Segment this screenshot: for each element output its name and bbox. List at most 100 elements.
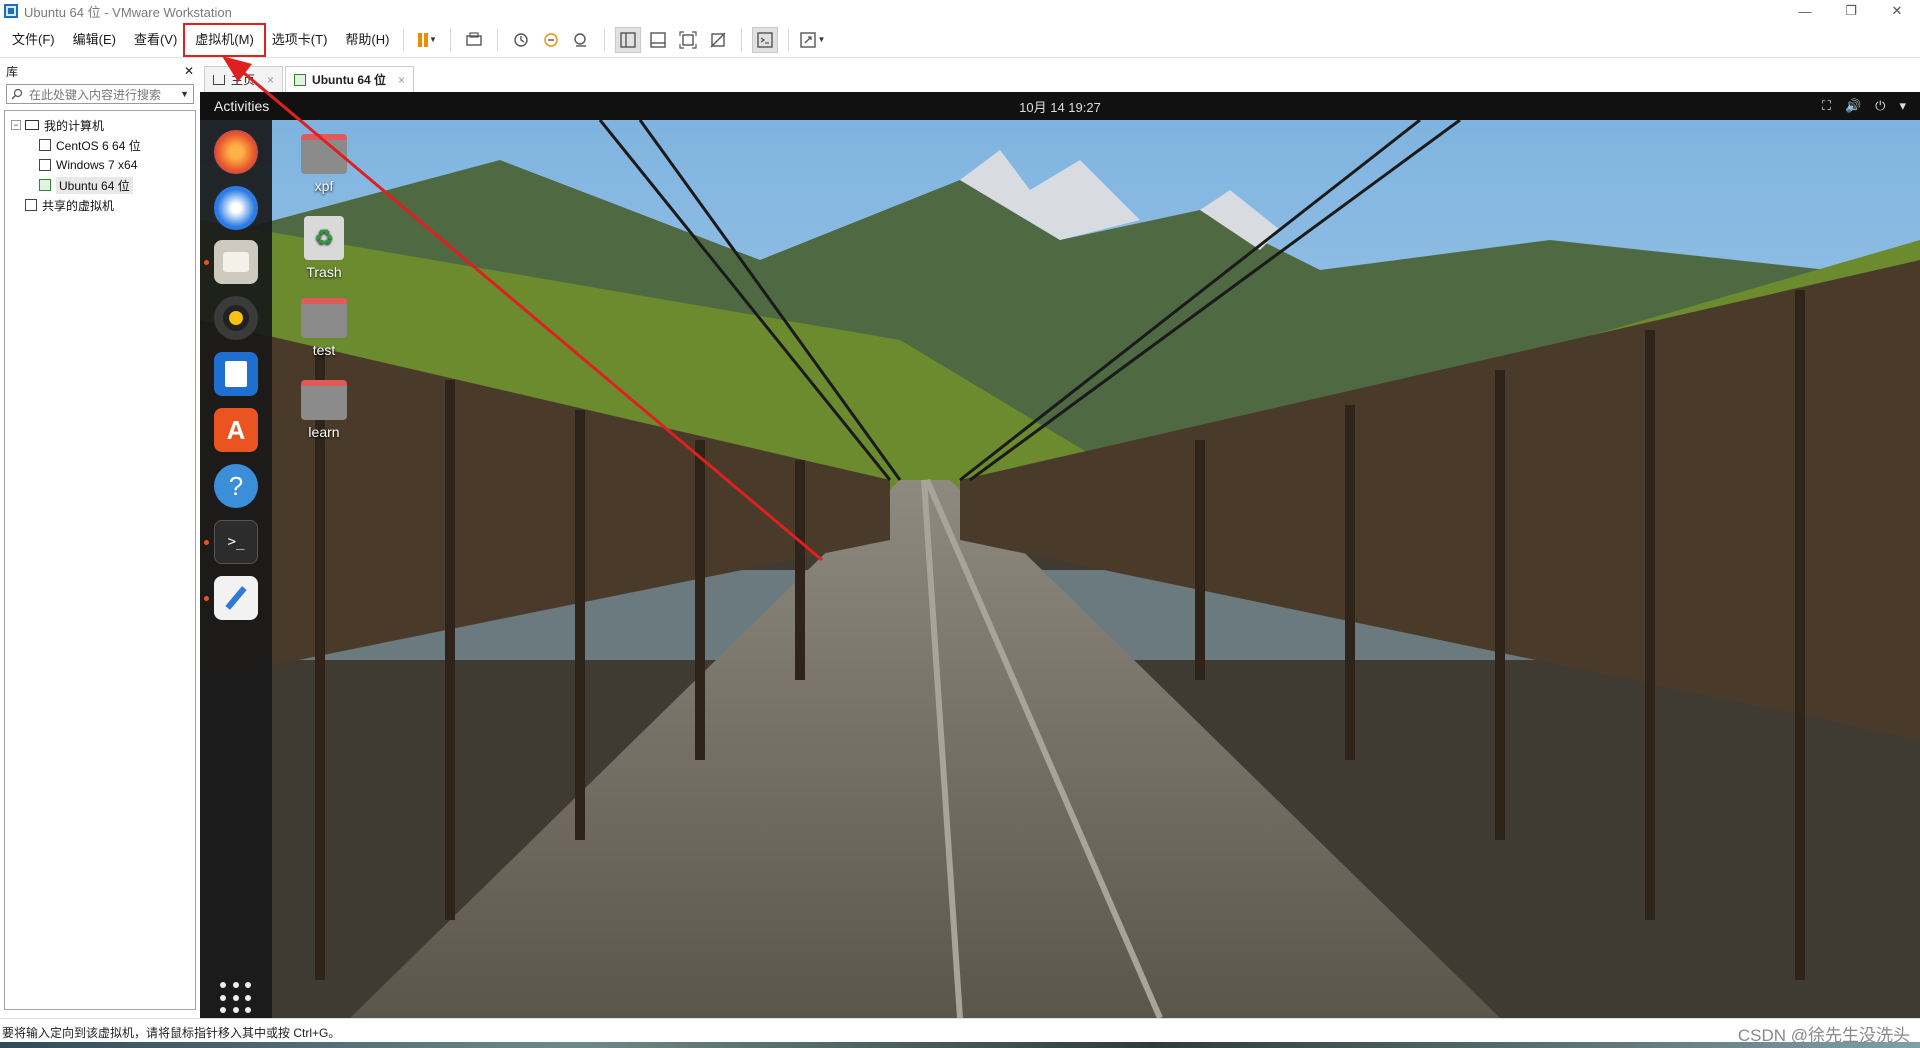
terminal-icon[interactable]: >_: [214, 520, 258, 564]
status-bar: 要将输入定向到该虚拟机，请将鼠标指针移入其中或按 Ctrl+G。 CSDN @徐…: [0, 1018, 1920, 1048]
bridge-wallpaper: [200, 120, 1920, 1018]
status-message: 要将输入定向到该虚拟机，请将鼠标指针移入其中或按 Ctrl+G。: [2, 1026, 341, 1040]
tab-label: 主页: [231, 73, 256, 87]
desktop-icon-label: learn: [308, 424, 340, 440]
chevron-down-icon: ▼: [428, 35, 437, 44]
toolbar-separator: [788, 28, 790, 51]
full-screen-button[interactable]: [675, 27, 701, 53]
restore-button[interactable]: ❐: [1828, 0, 1874, 22]
menu-vm[interactable]: 虚拟机(M): [183, 22, 266, 57]
menu-tabs[interactable]: 选项卡(T): [266, 29, 334, 51]
guest-screen[interactable]: Activities 10月 14 19:27 ⛶ 🔊 ⏻ ▾ A ? >_ x…: [200, 92, 1920, 1018]
library-header: 库 ✕: [0, 60, 200, 82]
search-placeholder: 在此处键入内容进行搜索: [29, 87, 162, 102]
close-button[interactable]: ✕: [1874, 0, 1920, 22]
volume-icon[interactable]: 🔊: [1845, 98, 1861, 114]
keyboard-icon: [466, 31, 483, 46]
rhythmbox-icon[interactable]: [214, 296, 258, 340]
full-screen-icon: [679, 30, 698, 49]
collapse-icon[interactable]: −: [11, 120, 21, 130]
snapshot-manager-button[interactable]: [568, 27, 594, 53]
desktop-icon-trash[interactable]: ♻ Trash: [284, 216, 364, 280]
vm-running-icon: [294, 73, 307, 86]
power-icon[interactable]: ⏻: [1875, 98, 1885, 114]
gnome-top-bar: Activities 10月 14 19:27 ⛶ 🔊 ⏻ ▾: [200, 92, 1920, 120]
tree-label: CentOS 6 64 位: [56, 138, 141, 153]
thumbnail-bar-button[interactable]: [645, 27, 671, 53]
running-indicator: [204, 260, 209, 265]
library-panel: 库 ✕ 在此处键入内容进行搜索 ▼ − 我的计算机 CentOS 6 64 位 …: [0, 60, 200, 1018]
desktop-icon-xpf[interactable]: xpf: [284, 134, 364, 194]
thunderbird-icon[interactable]: [214, 186, 258, 230]
desktop-icon-label: test: [312, 342, 336, 358]
text-editor-icon[interactable]: [214, 576, 258, 620]
menu-file[interactable]: 文件(F): [6, 29, 61, 51]
menu-help[interactable]: 帮助(H): [339, 29, 395, 51]
tree-item-ubuntu[interactable]: Ubuntu 64 位: [5, 175, 195, 195]
library-title: 库: [6, 64, 19, 79]
unity-mode-button[interactable]: [705, 27, 731, 53]
libreoffice-writer-icon[interactable]: [214, 352, 258, 396]
ubuntu-software-icon[interactable]: A: [214, 408, 258, 452]
revert-snapshot-button[interactable]: [538, 27, 564, 53]
menu-edit[interactable]: 编辑(E): [67, 29, 122, 51]
snapshot-icon: [514, 32, 529, 47]
tree-item-centos[interactable]: CentOS 6 64 位: [5, 135, 195, 155]
vm-tree: − 我的计算机 CentOS 6 64 位 Windows 7 x64 Ubun…: [4, 110, 196, 1010]
menu-bar: 文件(F) 编辑(E) 查看(V) 虚拟机(M) 选项卡(T) 帮助(H) ▼ …: [0, 22, 1920, 58]
firefox-icon[interactable]: [214, 130, 258, 174]
menu-view[interactable]: 查看(V): [128, 29, 183, 51]
home-icon: [213, 74, 225, 85]
tab-ubuntu[interactable]: Ubuntu 64 位 ×: [285, 66, 415, 92]
window-title: Ubuntu 64 位 - VMware Workstation: [24, 4, 232, 20]
snapshot-button[interactable]: [508, 27, 534, 53]
folder-icon: [301, 298, 347, 338]
pause-icon: [417, 32, 428, 47]
vm-icon: [39, 159, 51, 171]
pause-button[interactable]: ▼: [414, 27, 440, 53]
running-indicator: [204, 540, 209, 545]
document-shape: [225, 361, 247, 387]
show-applications-icon[interactable]: [220, 982, 252, 1014]
files-icon[interactable]: [214, 240, 258, 284]
desktop-icon-learn[interactable]: learn: [284, 380, 364, 440]
toolbar-separator: [497, 28, 499, 51]
shared-vm-icon: [25, 199, 37, 211]
system-tray[interactable]: ⛶ 🔊 ⏻ ▾: [1822, 92, 1906, 120]
send-ctrl-alt-del-button[interactable]: [461, 27, 487, 53]
library-close-icon[interactable]: ✕: [184, 64, 194, 78]
minimize-button[interactable]: —: [1782, 0, 1828, 22]
tab-close-icon[interactable]: ×: [398, 73, 405, 87]
snapshot-manager-icon: [574, 32, 587, 47]
tab-home[interactable]: 主页 ×: [204, 66, 284, 92]
chevron-down-icon[interactable]: ▼: [180, 89, 189, 99]
tree-item-windows7[interactable]: Windows 7 x64: [5, 155, 195, 175]
tree-item-shared-vms[interactable]: 共享的虚拟机: [5, 195, 195, 215]
stretch-guest-button[interactable]: ▼: [799, 27, 825, 53]
taskbar-strip: [0, 1042, 1920, 1048]
tree-label: 共享的虚拟机: [42, 198, 115, 213]
show-library-button[interactable]: [615, 26, 642, 53]
chevron-down-icon: ▼: [817, 35, 826, 44]
stretch-icon: [800, 31, 817, 48]
vm-icon: [39, 139, 51, 151]
tree-item-my-computer[interactable]: − 我的计算机: [5, 115, 195, 135]
trash-icon: ♻: [304, 216, 344, 260]
thumbnail-icon: [650, 31, 667, 48]
tree-label: Windows 7 x64: [56, 158, 138, 172]
vm-running-icon: [39, 179, 51, 191]
toolbar-separator: [604, 28, 606, 51]
title-bar: Ubuntu 64 位 - VMware Workstation — ❐ ✕: [0, 0, 1920, 22]
speaker-shape: [223, 305, 249, 331]
chevron-down-icon[interactable]: ▾: [1899, 98, 1906, 114]
help-icon[interactable]: ?: [214, 464, 258, 508]
library-search-input[interactable]: 在此处键入内容进行搜索 ▼: [6, 84, 194, 104]
desktop-icon-test[interactable]: test: [284, 298, 364, 358]
clock[interactable]: 10月 14 19:27: [200, 97, 1920, 116]
tab-bar: 主页 × Ubuntu 64 位 ×: [200, 60, 1920, 92]
tree-label: 我的计算机: [44, 118, 105, 133]
network-icon[interactable]: ⛶: [1822, 98, 1831, 114]
console-view-button[interactable]: [752, 26, 779, 53]
tab-close-icon[interactable]: ×: [267, 73, 274, 87]
folder-shape: [223, 252, 249, 272]
